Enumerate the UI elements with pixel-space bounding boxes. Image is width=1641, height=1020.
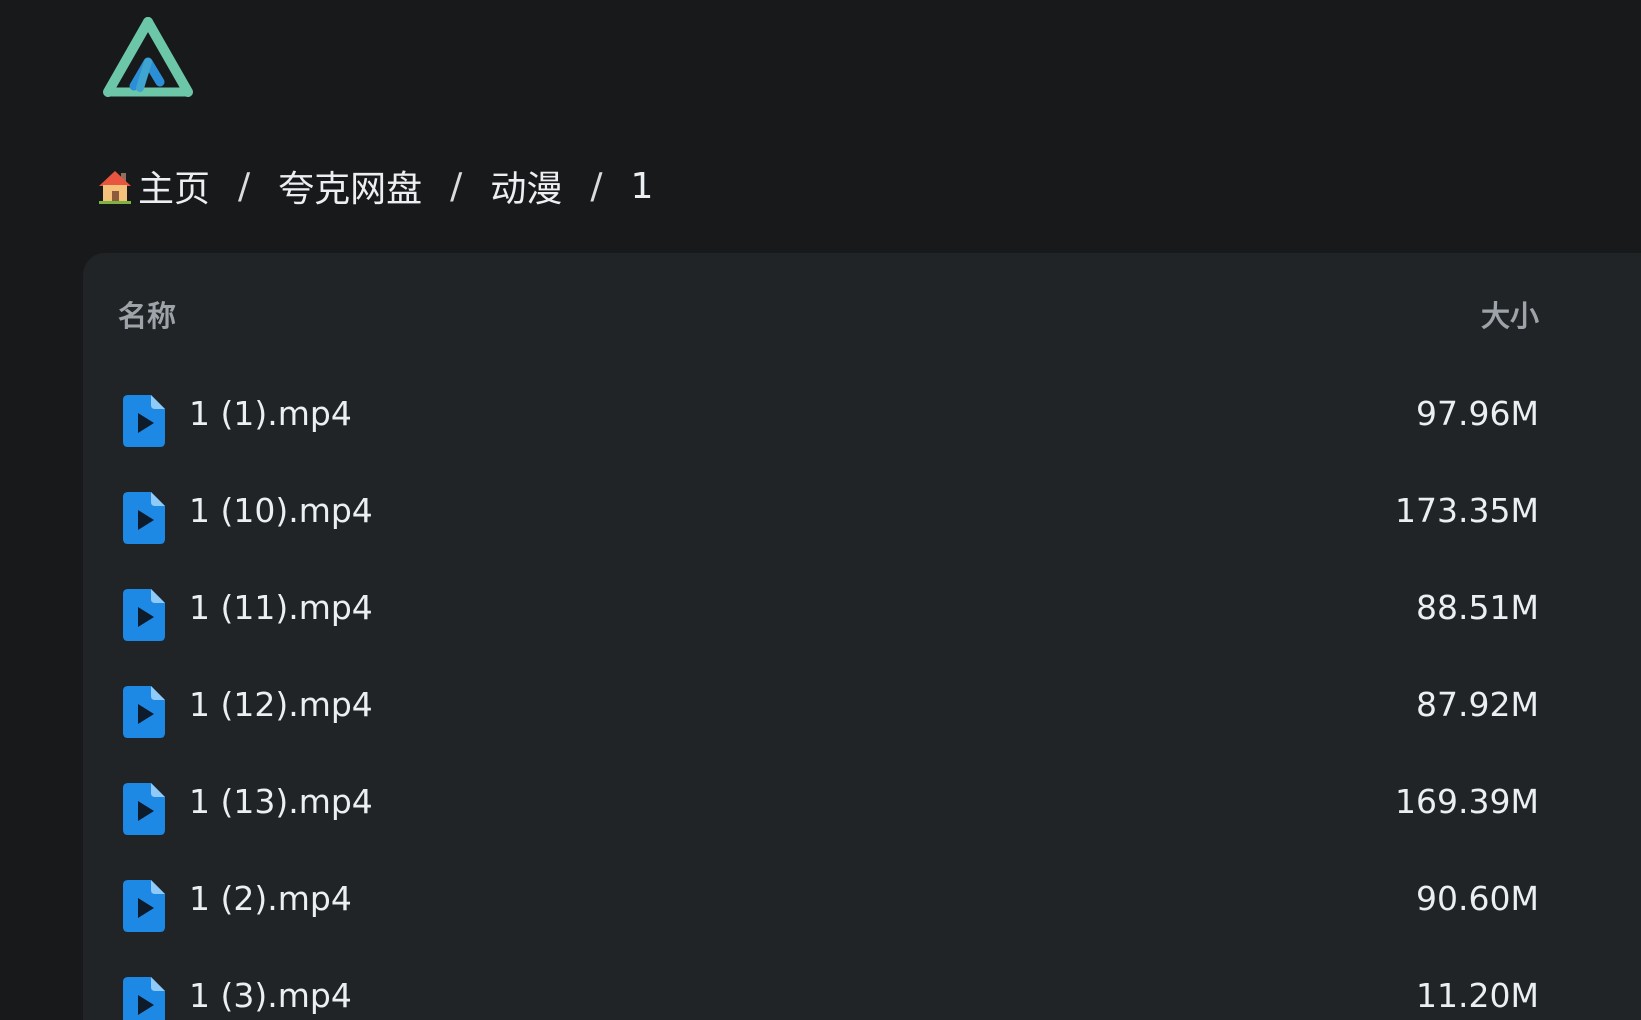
file-size: 90.60M [1416,879,1539,918]
file-row[interactable]: 1 (3).mp4 11.20M [83,953,1641,1020]
file-list-panel: 名称 大小 1 (1).mp4 97.96M 1 (10).mp4 173.35… [83,253,1641,1020]
breadcrumb-item-anime[interactable]: 动漫 [490,160,562,212]
file-name: 1 (1).mp4 [189,394,352,433]
file-list: 1 (1).mp4 97.96M 1 (10).mp4 173.35M 1 (1… [83,371,1641,1020]
breadcrumb-separator: / [590,165,603,207]
file-size: 11.20M [1416,976,1539,1015]
file-list-header: 名称 大小 [83,253,1641,371]
file-size: 87.92M [1416,685,1539,724]
file-size: 97.96M [1416,394,1539,433]
file-size: 173.35M [1395,491,1539,530]
file-name: 1 (11).mp4 [189,588,373,627]
video-file-icon [123,589,165,641]
video-file-icon [123,492,165,544]
file-name: 1 (10).mp4 [189,491,373,530]
file-row[interactable]: 1 (11).mp4 88.51M [83,565,1641,662]
file-size: 169.39M [1395,782,1539,821]
video-file-icon [123,977,165,1020]
file-browser-page: 主页 / 夸克网盘 / 动漫 / 1 名称 大小 1 (1).mp4 97.96… [0,0,1641,1020]
video-file-icon [123,880,165,932]
breadcrumb-separator: / [238,165,251,207]
file-row[interactable]: 1 (12).mp4 87.92M [83,662,1641,759]
breadcrumb-item-quark-drive[interactable]: 夸克网盘 [278,160,422,212]
app-logo[interactable] [102,16,194,98]
file-size: 88.51M [1416,588,1539,627]
column-header-size[interactable]: 大小 [1481,293,1539,335]
column-header-name[interactable]: 名称 [118,293,176,335]
breadcrumb-home-label: 主页 [138,169,211,210]
file-row[interactable]: 1 (1).mp4 97.96M [83,371,1641,468]
file-name: 1 (2).mp4 [189,879,352,918]
file-name: 1 (3).mp4 [189,976,352,1015]
file-name: 1 (13).mp4 [189,782,373,821]
video-file-icon [123,783,165,835]
file-row[interactable]: 1 (2).mp4 90.60M [83,856,1641,953]
breadcrumb: 主页 / 夸克网盘 / 动漫 / 1 [96,160,653,212]
video-file-icon [123,395,165,447]
breadcrumb-item-current[interactable]: 1 [630,166,653,207]
file-name: 1 (12).mp4 [189,685,373,724]
breadcrumb-home[interactable]: 主页 [96,160,210,212]
home-icon [99,171,131,204]
video-file-icon [123,686,165,738]
breadcrumb-separator: / [450,165,463,207]
file-row[interactable]: 1 (13).mp4 169.39M [83,759,1641,856]
file-row[interactable]: 1 (10).mp4 173.35M [83,468,1641,565]
